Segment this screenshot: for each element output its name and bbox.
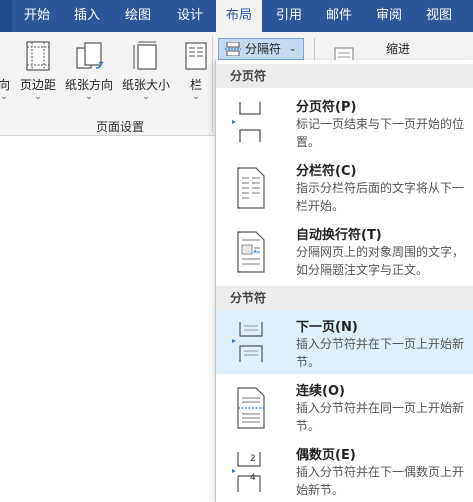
menu-item-title: 分页符(P)	[296, 100, 357, 115]
menu-item-description: 插入分节符并在下一页上开始新节。	[296, 337, 465, 369]
menu-item-title: 连续(O)	[296, 384, 345, 399]
menu-item-title: 偶数页(E)	[296, 448, 356, 463]
breaks-icon	[225, 42, 241, 56]
tab-layout[interactable]: 布局	[216, 0, 262, 33]
tab-draw[interactable]: 绘图	[114, 0, 162, 32]
column-break-icon	[237, 167, 265, 209]
even-page-number-bottom: 4	[250, 473, 256, 483]
menu-item-description: 标记一页结束与下一页开始的位置。	[296, 117, 465, 149]
tab-view[interactable]: 视图	[416, 0, 462, 32]
menu-item-next-page[interactable]: 下一页(N) 插入分节符并在下一页上开始新节。	[216, 310, 473, 374]
margins-label: 页边距	[19, 78, 56, 92]
menu-item-text-wrapping[interactable]: 自动换行符(T) 分隔网页上的对象周围的文字，如分隔题注文字与正文。	[216, 218, 473, 282]
menu-item-even-page[interactable]: 2 4 偶数页(E) 插入分节符并在下一偶数页上开始新节。	[216, 440, 473, 502]
size-button[interactable]: 纸张大小 ⌄	[118, 32, 174, 112]
tab-review[interactable]: 审阅	[366, 0, 412, 32]
menu-item-description: 插入分节符并在下一偶数页上开始新节。	[296, 465, 465, 497]
tab-mailings[interactable]: 邮件	[316, 0, 362, 32]
menu-item-title: 下一页(N)	[296, 320, 358, 335]
chevron-down-icon: ⌄	[142, 92, 150, 102]
section-breaks-section-header: 分节符	[216, 286, 473, 310]
text-direction-label: 向	[0, 78, 10, 92]
chevron-down-icon: ⌄	[0, 92, 8, 102]
menu-item-continuous[interactable]: 连续(O) 插入分节符并在同一页上开始新节。	[216, 376, 473, 438]
margins-icon	[26, 41, 50, 71]
columns-label: 栏	[189, 78, 202, 92]
menu-item-title: 自动换行符(T)	[296, 228, 382, 243]
orientation-button[interactable]: 纸张方向 ⌄	[60, 32, 118, 112]
margins-button[interactable]: 页边距 ⌄	[16, 32, 60, 112]
orientation-label: 纸张方向	[64, 78, 113, 92]
menu-item-description: 插入分节符并在同一页上开始新节。	[296, 401, 465, 433]
menu-item-description: 指示分栏符后面的文字将从下一栏开始。	[296, 181, 465, 213]
chevron-down-icon: ⌄	[34, 92, 42, 102]
columns-button[interactable]: 栏 ⌄	[182, 32, 210, 112]
page-break-icon	[232, 102, 261, 142]
ribbon-tab-bar: 开始 插入 绘图 设计 布局 引用 邮件 审阅 视图	[0, 0, 473, 33]
text-wrapping-icon	[237, 231, 265, 273]
orientation-icon	[76, 42, 104, 69]
indent-label: 缩进	[386, 42, 411, 56]
size-label: 纸张大小	[121, 78, 170, 92]
ribbon-divider	[314, 38, 315, 60]
text-direction-button[interactable]: 向 ⌄	[0, 32, 16, 112]
columns-icon	[185, 42, 207, 70]
menu-item-column-break[interactable]: 分栏符(C) 指示分栏符后面的文字将从下一栏开始。	[216, 154, 473, 218]
tab-home[interactable]: 开始	[14, 0, 60, 32]
document-canvas[interactable]	[0, 137, 215, 502]
tab-insert[interactable]: 插入	[64, 0, 110, 32]
page-breaks-section-header: 分页符	[216, 64, 473, 88]
size-icon	[133, 41, 157, 70]
even-page-number-top: 2	[250, 454, 256, 464]
breaks-label: 分隔符	[245, 42, 282, 56]
menu-item-description: 分隔网页上的对象周围的文字，如分隔题注文字与正文。	[296, 245, 465, 277]
menu-item-title: 分栏符(C)	[296, 164, 357, 179]
menu-item-page-break[interactable]: 分页符(P) 标记一页结束与下一页开始的位置。	[216, 90, 473, 154]
chevron-down-icon: ⌄	[85, 92, 93, 102]
continuous-icon	[237, 387, 265, 429]
page-setup-group-label: 页面设置	[95, 120, 144, 134]
next-page-icon	[232, 322, 263, 362]
chevron-down-icon: ⌄	[289, 44, 297, 54]
breaks-button[interactable]: 分隔符 ⌄	[218, 38, 304, 60]
tab-references[interactable]: 引用	[266, 0, 312, 32]
tab-design[interactable]: 设计	[166, 0, 214, 32]
chevron-down-icon: ⌄	[192, 92, 200, 102]
group-divider	[212, 36, 213, 132]
breaks-dropdown-menu: 分页符 分页符(P) 标记一页结束与下一页开始的位置。 分栏符(C) 指示分栏符…	[215, 60, 473, 502]
tab-bar-edge	[0, 0, 12, 32]
